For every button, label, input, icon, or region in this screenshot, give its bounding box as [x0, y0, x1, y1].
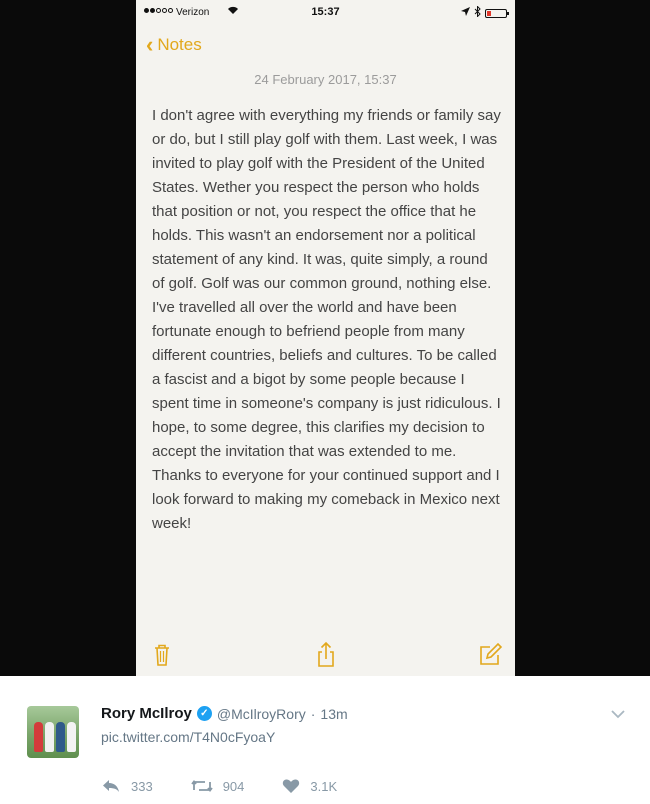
tweet-author: Rory McIlroy ✓ @McIlroyRory · 13m: [101, 705, 348, 722]
note-date: 24 February 2017, 15:37: [254, 72, 397, 87]
author-name[interactable]: Rory McIlroy: [101, 705, 192, 722]
bluetooth-icon: [474, 5, 481, 20]
back-label: Notes: [157, 35, 202, 54]
chevron-left-icon: ‹: [146, 32, 154, 57]
retweet-icon: [191, 778, 213, 794]
status-bar: Verizon 15:37: [136, 0, 515, 28]
like-count: 3.1K: [310, 778, 338, 794]
back-button[interactable]: ‹ Notes: [146, 32, 202, 57]
author-handle[interactable]: @McIlroyRory: [217, 706, 306, 722]
tweet-actions: 333 904 3.1K: [101, 778, 375, 794]
notes-navbar: ‹ Notes: [136, 30, 515, 62]
battery-icon: [485, 8, 509, 18]
status-time: 15:37: [311, 6, 340, 18]
chevron-down-icon[interactable]: [608, 706, 628, 722]
reply-icon: [101, 778, 121, 794]
tweet-link[interactable]: pic.twitter.com/T4N0cFyoaY: [101, 729, 275, 745]
note-body[interactable]: I don't agree with everything my friends…: [152, 104, 502, 536]
tweet-time[interactable]: 13m: [320, 706, 347, 722]
compose-icon[interactable]: [476, 640, 504, 668]
status-right: [461, 5, 509, 20]
location-icon: [461, 7, 470, 19]
share-icon[interactable]: [312, 640, 340, 668]
reply-button[interactable]: 333: [101, 778, 153, 794]
like-button[interactable]: 3.1K: [282, 778, 337, 794]
reply-count: 333: [131, 778, 153, 794]
trash-icon[interactable]: [148, 640, 176, 668]
avatar[interactable]: [27, 706, 79, 758]
phone-screen: Verizon 15:37 ‹ Notes 24 February 2017,: [136, 0, 515, 676]
verified-badge-icon: ✓: [196, 706, 212, 721]
tweet-footer: Rory McIlroy ✓ @McIlroyRory · 13m pic.tw…: [0, 676, 650, 804]
tweet-image[interactable]: Verizon 15:37 ‹ Notes 24 February 2017,: [0, 0, 650, 676]
heart-icon: [282, 778, 300, 794]
notes-toolbar: [136, 636, 515, 676]
retweet-count: 904: [222, 778, 245, 794]
separator: ·: [310, 705, 316, 722]
retweet-button[interactable]: 904: [191, 778, 245, 794]
